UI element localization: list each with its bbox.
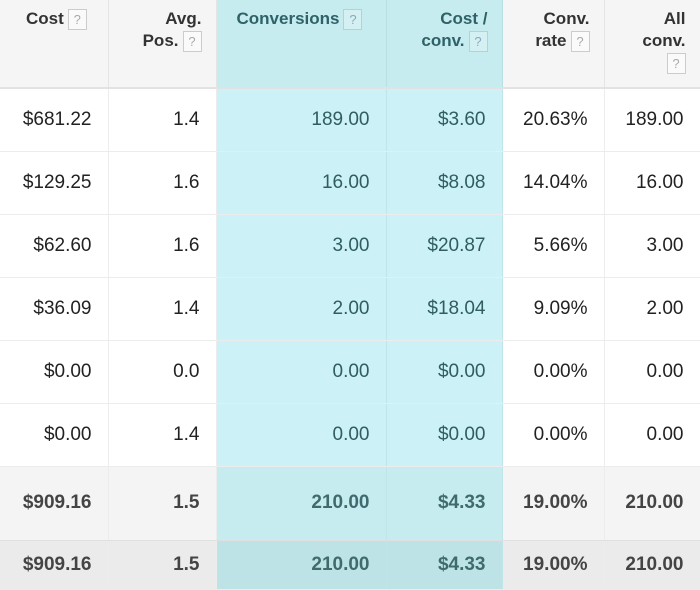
cell-cost: $909.16 xyxy=(0,466,109,541)
stats-table: Cost? Avg. Pos.? Conversions? Cost / conv.… xyxy=(0,0,700,590)
header-label: Conversions xyxy=(236,9,340,28)
cell-cost: $129.25 xyxy=(0,151,109,215)
cell-avg-pos: 1.6 xyxy=(108,151,217,215)
cell-avg-pos: 0.0 xyxy=(108,340,217,404)
column-header-avg-pos[interactable]: Avg. Pos.? xyxy=(108,0,217,89)
header-label: Cost xyxy=(26,9,64,28)
cell-avg-pos: 1.5 xyxy=(108,540,217,590)
header-label: conv. xyxy=(642,31,686,50)
total-row: $909.16 1.5 210.00 $4.33 19.00% 210.00 xyxy=(0,540,700,590)
help-icon[interactable]: ? xyxy=(468,31,488,53)
column-header-conv-rate[interactable]: Conv. rate? xyxy=(502,0,605,89)
cell-conversions: 210.00 xyxy=(216,466,387,541)
header-row: Cost? Avg. Pos.? Conversions? Cost / conv.… xyxy=(0,0,700,89)
cell-avg-pos: 1.4 xyxy=(108,88,217,152)
cell-all-conv: 210.00 xyxy=(604,540,700,590)
cell-conv-rate: 5.66% xyxy=(502,214,605,278)
cell-conv-rate: 9.09% xyxy=(502,277,605,341)
cell-cost: $681.22 xyxy=(0,88,109,152)
header-label: Avg. xyxy=(165,9,202,28)
cell-avg-pos: 1.6 xyxy=(108,214,217,278)
cell-all-conv: 0.00 xyxy=(604,340,700,404)
column-header-cost-per-conv[interactable]: Cost / conv.? xyxy=(386,0,503,89)
cell-cost-per-conv: $4.33 xyxy=(386,466,503,541)
cell-all-conv: 2.00 xyxy=(604,277,700,341)
cell-conv-rate: 19.00% xyxy=(502,540,605,590)
cell-conversions: 189.00 xyxy=(216,88,387,152)
header-label: conv. xyxy=(421,31,465,50)
cell-conversions: 2.00 xyxy=(216,277,387,341)
table-row: $0.00 0.0 0.00 $0.00 0.00% 0.00 xyxy=(0,340,700,404)
cell-cost-per-conv: $8.08 xyxy=(386,151,503,215)
cell-conv-rate: 14.04% xyxy=(502,151,605,215)
cell-conversions: 0.00 xyxy=(216,403,387,467)
cell-cost-per-conv: $0.00 xyxy=(386,340,503,404)
cell-cost-per-conv: $3.60 xyxy=(386,88,503,152)
help-icon[interactable]: ? xyxy=(182,31,202,53)
cell-conv-rate: 0.00% xyxy=(502,340,605,404)
cell-conv-rate: 19.00% xyxy=(502,466,605,541)
cell-cost: $36.09 xyxy=(0,277,109,341)
header-label: All xyxy=(663,9,686,28)
cell-cost-per-conv: $0.00 xyxy=(386,403,503,467)
help-icon[interactable]: ? xyxy=(67,9,87,31)
cell-all-conv: 0.00 xyxy=(604,403,700,467)
table-row: $129.25 1.6 16.00 $8.08 14.04% 16.00 xyxy=(0,151,700,215)
header-label: Conv. xyxy=(543,9,590,28)
table-row: $62.60 1.6 3.00 $20.87 5.66% 3.00 xyxy=(0,214,700,278)
help-icon[interactable]: ? xyxy=(570,31,590,53)
cell-cost: $909.16 xyxy=(0,540,109,590)
header-label: Cost / xyxy=(440,9,488,28)
help-icon[interactable]: ? xyxy=(666,53,686,75)
cell-conversions: 210.00 xyxy=(216,540,387,590)
header-label: Pos. xyxy=(142,31,179,50)
cell-conversions: 0.00 xyxy=(216,340,387,404)
cell-conversions: 3.00 xyxy=(216,214,387,278)
total-row: $909.16 1.5 210.00 $4.33 19.00% 210.00 xyxy=(0,466,700,541)
column-header-all-conv[interactable]: All conv.? xyxy=(604,0,700,89)
header-label: rate xyxy=(535,31,567,50)
table-row: $36.09 1.4 2.00 $18.04 9.09% 2.00 xyxy=(0,277,700,341)
cell-conv-rate: 20.63% xyxy=(502,88,605,152)
cell-all-conv: 16.00 xyxy=(604,151,700,215)
table-row: $0.00 1.4 0.00 $0.00 0.00% 0.00 xyxy=(0,403,700,467)
cell-cost-per-conv: $4.33 xyxy=(386,540,503,590)
cell-conv-rate: 0.00% xyxy=(502,403,605,467)
column-header-conversions[interactable]: Conversions? xyxy=(216,0,387,89)
cell-avg-pos: 1.5 xyxy=(108,466,217,541)
cell-avg-pos: 1.4 xyxy=(108,277,217,341)
cell-all-conv: 3.00 xyxy=(604,214,700,278)
cell-all-conv: 189.00 xyxy=(604,88,700,152)
help-icon[interactable]: ? xyxy=(343,9,363,31)
column-header-cost[interactable]: Cost? xyxy=(0,0,109,89)
table-row: $681.22 1.4 189.00 $3.60 20.63% 189.00 xyxy=(0,88,700,152)
cell-cost: $0.00 xyxy=(0,340,109,404)
cell-avg-pos: 1.4 xyxy=(108,403,217,467)
cell-cost: $0.00 xyxy=(0,403,109,467)
cell-cost-per-conv: $18.04 xyxy=(386,277,503,341)
cell-cost: $62.60 xyxy=(0,214,109,278)
cell-conversions: 16.00 xyxy=(216,151,387,215)
cell-cost-per-conv: $20.87 xyxy=(386,214,503,278)
cell-all-conv: 210.00 xyxy=(604,466,700,541)
